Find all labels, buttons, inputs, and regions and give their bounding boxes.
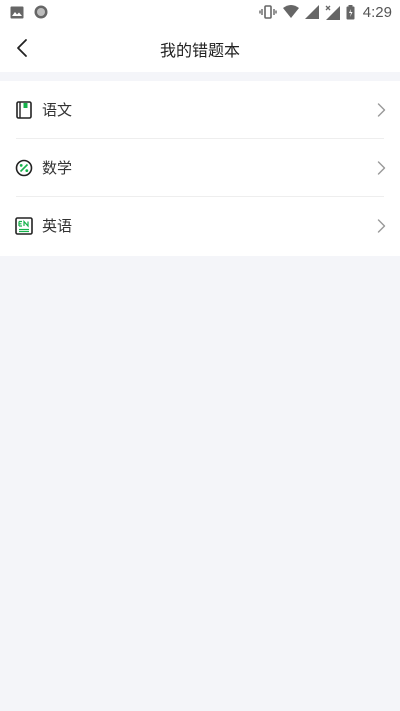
page-title: 我的错题本 (159, 41, 240, 60)
subject-label: 英语 (42, 217, 73, 235)
record-icon (34, 5, 48, 19)
subject-item-english[interactable]: 英语 (0, 197, 400, 256)
image-icon (10, 6, 24, 18)
wifi-icon (282, 5, 299, 18)
signal-no-service-icon (325, 5, 340, 20)
percent-icon (15, 159, 33, 177)
battery-icon (346, 4, 355, 19)
subject-item-chinese[interactable]: 语文 (0, 81, 400, 139)
subject-list: 语文 数学 英语 (0, 81, 400, 256)
subject-item-math[interactable]: 数学 (0, 139, 400, 197)
status-bar: 4:29 (0, 0, 400, 24)
book-icon (16, 101, 32, 119)
en-icon (15, 217, 33, 235)
chevron-right-icon (377, 219, 386, 233)
status-time: 4:29 (362, 3, 392, 21)
vibrate-icon (259, 5, 277, 19)
subject-label: 数学 (42, 159, 73, 177)
app-header: 我的错题本 (0, 24, 400, 72)
subject-label: 语文 (42, 101, 73, 119)
signal-icon (304, 5, 319, 19)
chevron-right-icon (377, 161, 386, 175)
chevron-right-icon (377, 103, 386, 117)
